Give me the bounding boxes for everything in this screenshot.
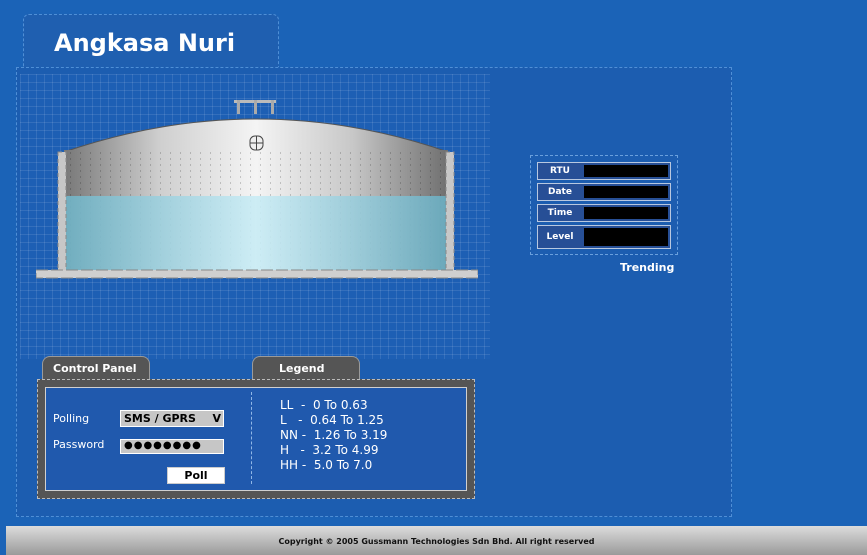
left-brick-column	[57, 151, 67, 273]
tank-base	[36, 270, 478, 278]
trending-link[interactable]: Trending	[620, 261, 674, 274]
polling-select[interactable]: SMS / GPRS V	[120, 410, 224, 427]
password-field[interactable]: ●●●●●●●●	[120, 439, 224, 454]
copyright-text: Copyright © 2005 Gussmann Technologies S…	[278, 537, 595, 546]
time-label: Time	[547, 208, 573, 218]
info-row-date: Date	[537, 183, 671, 201]
footer-bar: Copyright © 2005 Gussmann Technologies S…	[6, 526, 867, 555]
date-value	[584, 186, 668, 198]
date-label: Date	[548, 187, 572, 197]
tab-control-panel[interactable]: Control Panel	[42, 356, 150, 380]
tab-legend[interactable]: Legend	[252, 356, 360, 380]
legend-item: LL - 0 To 0.63	[280, 398, 368, 412]
water-tank-graphic	[36, 100, 478, 279]
legend-item: H - 3.2 To 4.99	[280, 443, 379, 457]
poll-button[interactable]: Poll	[167, 467, 225, 484]
info-row-rtu: RTU	[537, 162, 671, 180]
title-tab: Angkasa Nuri	[23, 14, 279, 68]
legend-item: HH - 5.0 To 7.0	[280, 458, 373, 472]
rtu-label: RTU	[550, 166, 570, 176]
app-title: Angkasa Nuri	[54, 29, 236, 57]
level-value	[584, 228, 668, 246]
rtu-info-box: RTU Date Time Level	[530, 155, 678, 255]
level-label: Level	[546, 232, 574, 242]
control-panel-body	[45, 387, 467, 491]
polling-select-value: SMS / GPRS	[124, 412, 196, 425]
password-label: Password	[53, 438, 105, 451]
right-brick-column	[445, 151, 455, 273]
legend-list: LL - 0 To 0.63 L - 0.64 To 1.25 NN - 1.2…	[280, 398, 387, 473]
chevron-down-icon: V	[212, 412, 221, 425]
legend-item: L - 0.64 To 1.25	[280, 413, 384, 427]
rtu-value	[584, 165, 668, 177]
time-value	[584, 207, 668, 219]
hatch-window-icon	[249, 135, 264, 151]
info-row-time: Time	[537, 204, 671, 222]
polling-label: Polling	[53, 412, 90, 425]
info-row-level: Level	[537, 225, 671, 249]
panel-divider	[251, 392, 252, 484]
tank-water	[64, 195, 448, 271]
legend-item: NN - 1.26 To 3.19	[280, 428, 388, 442]
